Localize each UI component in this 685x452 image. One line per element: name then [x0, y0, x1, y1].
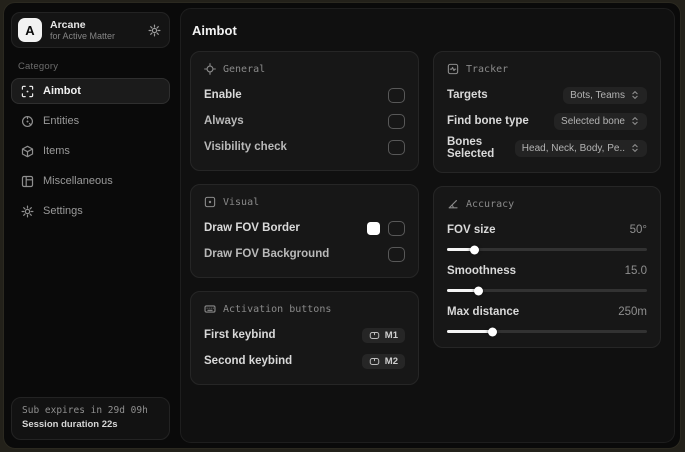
bones-selected-dropdown[interactable]: Head, Neck, Body, Pe..: [514, 139, 647, 157]
setting-row-enable: Enable: [204, 84, 405, 106]
fov-border-color-swatch[interactable]: [366, 221, 380, 235]
scan-icon: [21, 85, 34, 98]
app-window: A Arcane for Active Matter Category Aimb…: [3, 2, 681, 449]
sidebar-item-label: Aimbot: [43, 85, 81, 97]
smoothness-value: 15.0: [624, 265, 647, 277]
keyboard-icon: [204, 303, 216, 315]
unfold-icon: [630, 143, 640, 153]
fov-border-checkbox[interactable]: [387, 220, 405, 236]
layout-icon: [21, 175, 34, 188]
unfold-icon: [630, 116, 640, 126]
section-title: Activation buttons: [223, 303, 332, 315]
setting-row-fov-border: Draw FOV Border: [204, 217, 405, 239]
accuracy-card: Accuracy FOV size 50° Smoothness 15.0 Ma…: [432, 186, 661, 348]
sub-expires-text: Sub expires in 29d 09h: [22, 404, 148, 416]
section-title: Tracker: [465, 63, 509, 75]
session-duration-text: Session duration 22s: [22, 418, 118, 430]
app-subtitle: for Active Matter: [50, 30, 116, 41]
cube-icon: [21, 145, 34, 158]
gear-icon: [21, 205, 34, 218]
crosshair-icon: [204, 63, 216, 75]
find-bone-type-dropdown[interactable]: Selected bone: [554, 112, 647, 130]
app-logo: A: [18, 18, 42, 42]
setting-row-always: Always: [204, 110, 405, 132]
setting-row-find-bone-type: Find bone type Selected bone: [447, 110, 647, 132]
fov-background-checkbox[interactable]: [387, 246, 405, 262]
fov-size-value: 50°: [629, 224, 647, 236]
slider-thumb[interactable]: [487, 327, 497, 336]
setting-row-targets: Targets Bots, Teams: [447, 84, 647, 106]
slider-thumb[interactable]: [469, 245, 479, 254]
setting-row-max-distance: Max distance 250m: [446, 301, 647, 336]
setting-row-fov-size: FOV size 50°: [446, 219, 647, 254]
section-title: Accuracy: [465, 198, 515, 210]
sidebar-item-aimbot[interactable]: Aimbot: [11, 78, 170, 104]
profile-card: A Arcane for Active Matter: [11, 12, 170, 48]
unfold-icon: [630, 90, 640, 100]
setting-row-bones-selected: Bones Selected Head, Neck, Body, Pe..: [447, 136, 647, 160]
section-title: Visual: [223, 196, 260, 208]
slider-thumb[interactable]: [473, 286, 483, 295]
visual-card: Visual Draw FOV Border Draw FOV Backgrou…: [190, 184, 419, 278]
sidebar-item-entities[interactable]: Entities: [11, 108, 170, 134]
gear-icon[interactable]: [148, 24, 161, 37]
smoothness-slider[interactable]: [446, 286, 647, 295]
max-distance-slider[interactable]: [446, 327, 647, 336]
tracker-card: Tracker Targets Bots, Teams Find bone ty…: [432, 51, 661, 173]
sidebar-item-label: Items: [43, 145, 70, 157]
app-title: Arcane: [50, 18, 86, 31]
subscription-status: Sub expires in 29d 09h Session duration …: [11, 396, 170, 440]
pulse-icon: [447, 63, 459, 75]
mouse-icon: [369, 356, 380, 367]
setting-row-second-keybind: Second keybind M2: [204, 350, 405, 372]
page-title: Aimbot: [192, 23, 237, 38]
first-keybind-button[interactable]: M1: [361, 327, 405, 343]
always-checkbox[interactable]: [387, 113, 405, 129]
category-label: Category: [18, 61, 59, 72]
angle-icon: [447, 198, 459, 210]
setting-row-smoothness: Smoothness 15.0: [446, 260, 647, 295]
general-card: General Enable Always Visibility check: [190, 51, 419, 171]
second-keybind-button[interactable]: M2: [361, 353, 405, 369]
sidebar-item-items[interactable]: Items: [11, 138, 170, 164]
frame-icon: [204, 196, 216, 208]
sidebar-item-label: Miscellaneous: [43, 175, 113, 187]
sidebar-item-miscellaneous[interactable]: Miscellaneous: [11, 168, 170, 194]
activation-card: Activation buttons First keybind M1 Seco…: [190, 291, 419, 385]
sidebar-item-label: Settings: [43, 205, 83, 217]
radar-icon: [21, 115, 34, 128]
mouse-icon: [369, 330, 380, 341]
setting-row-first-keybind: First keybind M1: [204, 324, 405, 346]
section-title: General: [223, 63, 266, 75]
visibility-check-checkbox[interactable]: [387, 139, 405, 155]
setting-row-visibility-check: Visibility check: [204, 136, 405, 158]
sidebar: A Arcane for Active Matter Category Aimb…: [4, 3, 177, 448]
fov-size-slider[interactable]: [446, 245, 647, 254]
setting-row-fov-background: Draw FOV Background: [204, 243, 405, 265]
sidebar-nav: Aimbot Entities Items Miscellaneous Sett…: [11, 78, 170, 224]
targets-dropdown[interactable]: Bots, Teams: [563, 86, 647, 104]
max-distance-value: 250m: [618, 306, 647, 318]
enable-checkbox[interactable]: [387, 87, 405, 103]
sidebar-item-label: Entities: [43, 115, 80, 127]
sidebar-item-settings[interactable]: Settings: [11, 198, 170, 224]
main-panel: Aimbot General Enable Always Visibility …: [180, 8, 675, 443]
